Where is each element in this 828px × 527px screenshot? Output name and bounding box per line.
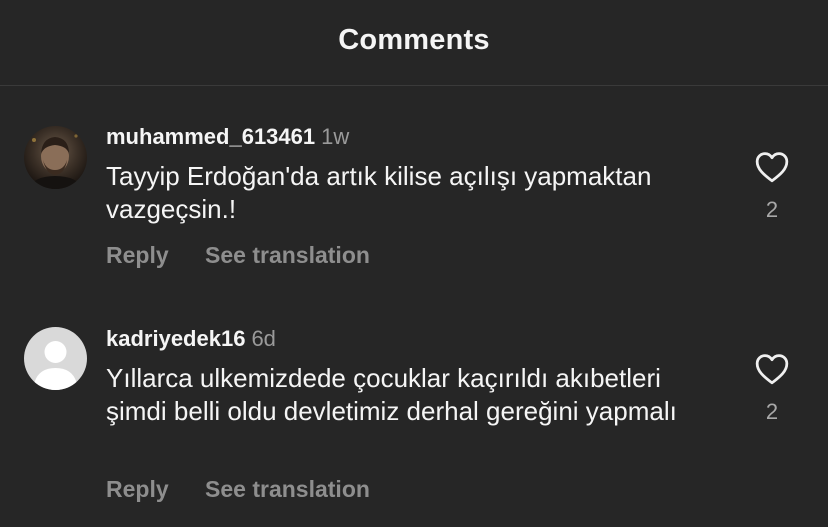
default-avatar-icon [33, 341, 78, 390]
avatar[interactable] [24, 126, 87, 189]
reply-button[interactable]: Reply [106, 241, 169, 269]
avatar[interactable] [24, 327, 87, 390]
comment-time: 6d [251, 326, 276, 351]
comment-actions: Reply See translation [106, 475, 370, 503]
username-link[interactable]: muhammed_613461 [106, 124, 315, 149]
like-count: 2 [765, 399, 779, 424]
comment-text: Tayyip Erdoğan'da artık kilise açılışı y… [106, 161, 652, 224]
comments-header: Comments [0, 0, 828, 86]
comment-text: Yıllarca ulkemizdede çocuklar kaçırıldı … [106, 363, 677, 426]
heart-outline-icon[interactable] [754, 353, 790, 385]
comment-header: kadriyedek16 6d [106, 326, 276, 352]
reply-button[interactable]: Reply [106, 475, 169, 503]
comment-actions: Reply See translation [106, 241, 370, 269]
comment-time: 1w [321, 124, 350, 149]
see-translation-button[interactable]: See translation [205, 241, 370, 269]
like-control: 2 [752, 151, 792, 223]
page-title: Comments [338, 24, 490, 56]
heart-outline-icon[interactable] [754, 151, 790, 183]
like-count: 2 [765, 197, 779, 222]
like-control: 2 [752, 353, 792, 425]
username-link[interactable]: kadriyedek16 [106, 326, 245, 351]
user-photo-avatar-icon [28, 134, 83, 189]
see-translation-button[interactable]: See translation [205, 475, 370, 503]
comment-header: muhammed_613461 1w [106, 124, 349, 150]
